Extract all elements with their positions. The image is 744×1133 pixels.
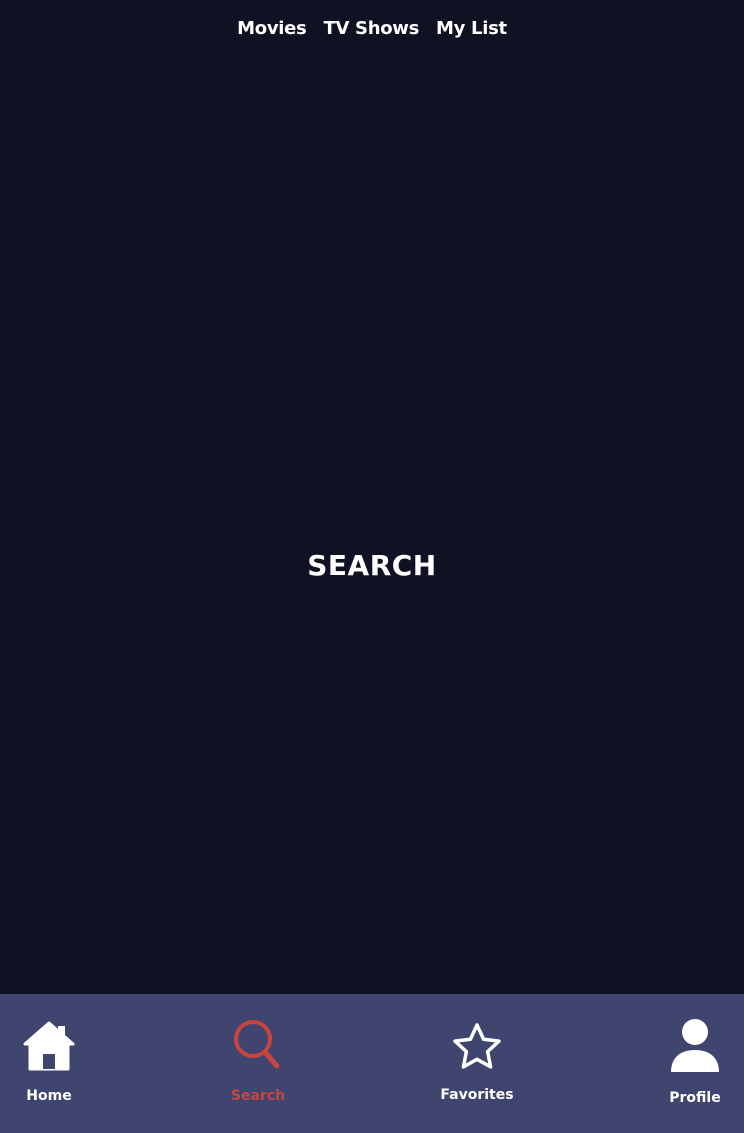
tab-home[interactable]: Home (0, 994, 104, 1133)
nav-link-movies[interactable]: Movies (237, 14, 307, 44)
user-icon (671, 1019, 719, 1072)
tab-profile[interactable]: Profile (640, 994, 744, 1133)
tab-search[interactable]: Search (203, 994, 313, 1133)
tab-label-home: Home (26, 1088, 72, 1104)
tab-label-favorites: Favorites (440, 1087, 514, 1103)
bottom-tab-bar: Home Search Favorites Profile (0, 994, 744, 1133)
nav-link-my-list[interactable]: My List (436, 14, 507, 44)
tab-label-search: Search (230, 1088, 286, 1104)
star-icon (453, 1023, 501, 1069)
top-nav: Movies TV Shows My List (0, 14, 744, 44)
nav-link-tv-shows[interactable]: TV Shows (323, 14, 419, 44)
tab-label-profile: Profile (669, 1090, 721, 1106)
search-icon (234, 1020, 280, 1069)
page-title: SEARCH (307, 549, 437, 582)
tab-favorites[interactable]: Favorites (422, 994, 532, 1133)
home-icon (23, 1021, 75, 1071)
